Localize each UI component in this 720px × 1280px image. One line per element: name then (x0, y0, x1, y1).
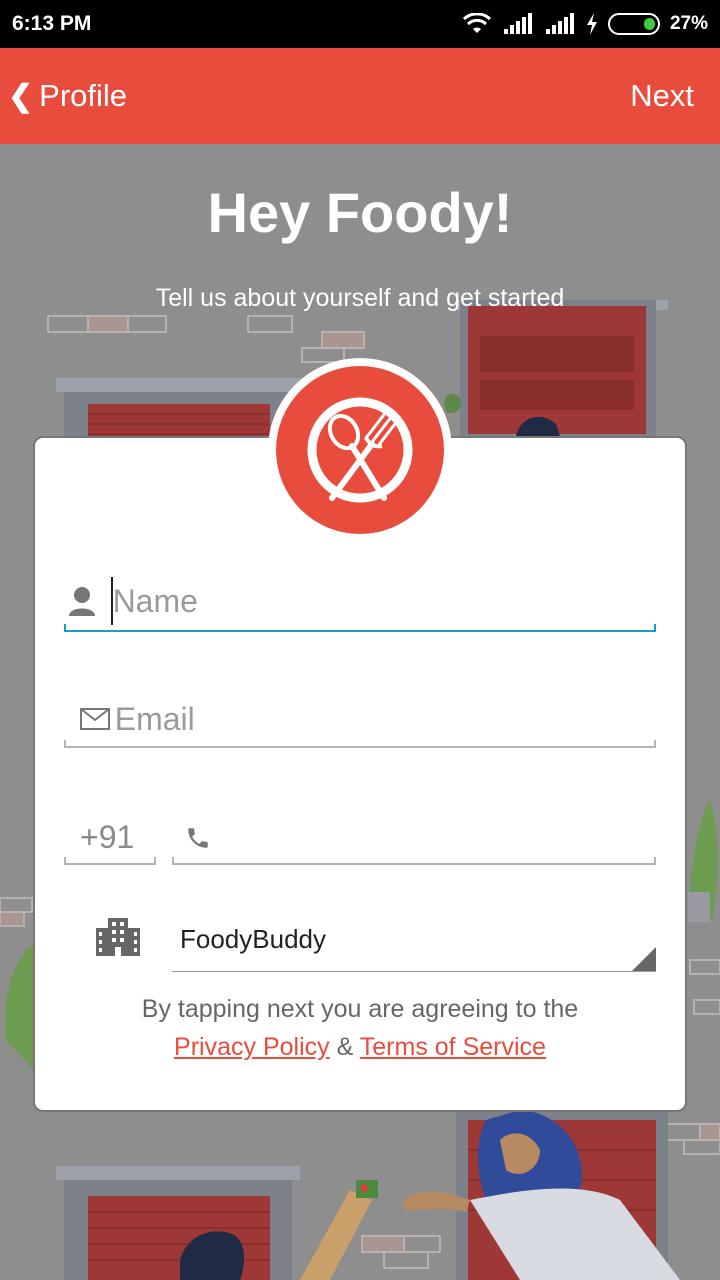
terms-text: By tapping next you are agreeing to the … (33, 990, 687, 1066)
company-dropdown[interactable]: FoodyBuddy (172, 912, 656, 972)
country-code-field[interactable]: +91 (64, 810, 156, 865)
plate-cutlery-icon (307, 397, 413, 503)
battery-percent: 27% (669, 13, 708, 34)
terms-intro: By tapping next you are agreeing to the (141, 995, 579, 1023)
name-input[interactable] (112, 582, 656, 620)
signal-icon (502, 13, 534, 35)
person-icon (64, 586, 101, 616)
page-title: Hey Foody! (207, 181, 513, 244)
email-input[interactable] (114, 700, 656, 738)
dropdown-arrow-icon (632, 947, 656, 971)
signal-icon-2 (544, 13, 576, 35)
name-underline (64, 624, 656, 632)
company-value: FoodyBuddy (180, 924, 326, 954)
company-underline (172, 971, 656, 972)
email-field (64, 690, 656, 748)
battery-level (643, 18, 655, 30)
status-bar: 6:13 PM 27% (0, 0, 720, 48)
name-field (64, 570, 656, 632)
phone-underline (172, 857, 656, 865)
next-button[interactable]: Next (630, 78, 694, 114)
building-icon (96, 918, 140, 961)
wifi-icon (462, 13, 492, 35)
back-button[interactable]: ❮ Profile (8, 78, 127, 114)
country-code-underline (64, 857, 156, 865)
privacy-policy-link[interactable]: Privacy Policy (174, 1033, 330, 1061)
battery-icon (607, 13, 660, 35)
charging-icon (586, 13, 598, 35)
page-subtitle: Tell us about yourself and get started (155, 284, 565, 312)
phone-field (172, 810, 656, 865)
terms-of-service-link[interactable]: Terms of Service (360, 1033, 546, 1061)
phone-icon (172, 825, 224, 851)
status-icons: 27% (462, 13, 708, 35)
terms-separator: & (336, 1033, 354, 1061)
back-label: Profile (39, 78, 128, 113)
app-bar: ❮ Profile Next (0, 48, 720, 144)
terms-links: Privacy Policy & Terms of Service (33, 1028, 687, 1066)
chevron-left-icon: ❮ (8, 79, 34, 113)
logo (276, 366, 444, 534)
phone-input[interactable] (223, 819, 656, 856)
mail-icon (64, 708, 115, 730)
country-code: +91 (80, 819, 135, 855)
email-underline (64, 740, 656, 748)
status-time: 6:13 PM (12, 12, 92, 35)
